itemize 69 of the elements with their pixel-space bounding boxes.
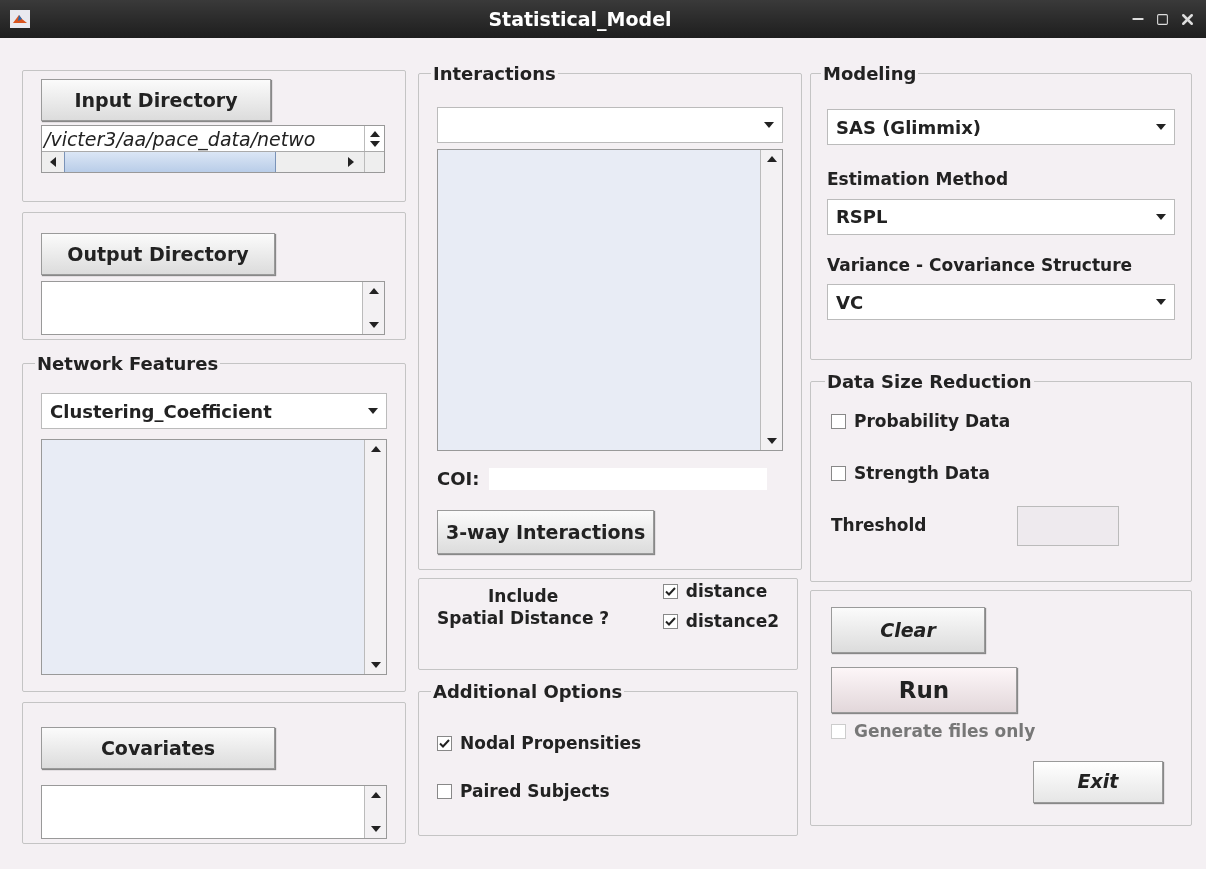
horizontal-scrollbar[interactable] [42, 152, 384, 172]
scroll-down-icon[interactable] [370, 662, 381, 668]
window-title: Statistical_Model [487, 6, 673, 33]
group-title: Interactions [432, 62, 557, 86]
group-title: Data Size Reduction [826, 370, 1033, 394]
checkbox-label: Generate files only [854, 720, 1036, 743]
threshold-field[interactable] [1017, 506, 1119, 546]
path-field[interactable]: /victer3/aa/pace_data/netwo [41, 125, 385, 173]
path-text: /victer3/aa/pace_data/netwo [42, 127, 317, 151]
scroll-right-icon[interactable] [348, 157, 354, 167]
checkbox[interactable] [437, 736, 452, 752]
checkbox[interactable] [831, 414, 846, 430]
group-title: Modeling [822, 62, 918, 86]
checkbox-label: Strength Data [854, 461, 990, 485]
covariates-field[interactable] [41, 785, 387, 839]
scroll-down-icon[interactable] [766, 438, 777, 444]
checkbox[interactable] [662, 613, 678, 629]
scroll-thumb[interactable] [64, 152, 276, 172]
vertical-scrollbar[interactable] [364, 440, 386, 674]
output-directory-field[interactable] [41, 281, 385, 335]
caret-icon [1156, 213, 1166, 220]
estimation-method-dropdown[interactable]: RSPL [827, 198, 1175, 235]
vertical-scrollbar[interactable] [760, 150, 782, 450]
clear-button[interactable]: Clear [831, 607, 985, 653]
network-features-dropdown[interactable]: Clustering_Coefficient [41, 393, 387, 429]
checkmark-icon [664, 616, 676, 626]
checkbox-label: Nodal Propensities [460, 732, 642, 755]
caret-icon [1156, 124, 1166, 130]
coi-label: COI: [437, 467, 480, 491]
checkbox-label: distance2 [685, 609, 779, 633]
checkmark-icon [664, 587, 676, 597]
vertical-scrollbar[interactable] [362, 282, 384, 334]
checkbox-label: Probability Data [854, 410, 1011, 433]
maximize-icon[interactable] [1156, 12, 1169, 26]
caret-icon [764, 122, 774, 128]
threshold-label: Threshold [831, 514, 928, 538]
app-icon [10, 10, 30, 28]
caret-icon [1156, 299, 1166, 305]
scroll-down-icon[interactable] [368, 322, 379, 328]
modeling-software-dropdown[interactable]: SAS (Glimmix) [827, 109, 1175, 145]
scroll-up-icon[interactable] [370, 792, 381, 798]
input-directory-button[interactable]: Input Directory [41, 79, 271, 121]
scroll-up-icon[interactable] [368, 288, 379, 294]
group-title: Additional Options [432, 680, 624, 704]
covariance-structure-label: Variance - Covariance Structure [827, 253, 1134, 277]
vertical-scrollbar[interactable] [364, 786, 386, 838]
exit-button[interactable]: Exit [1033, 760, 1163, 803]
run-button[interactable]: Run [831, 667, 1017, 713]
three-way-interactions-button[interactable]: 3-way Interactions [437, 510, 655, 554]
scroll-down-icon[interactable] [370, 826, 381, 832]
scroll-left-icon[interactable] [50, 157, 56, 167]
caret-icon [368, 408, 378, 414]
spatial-distance-label: Include [488, 584, 559, 607]
checkbox-label: Paired Subjects [460, 779, 610, 803]
covariates-button[interactable]: Covariates [41, 727, 275, 769]
checkbox[interactable] [831, 465, 846, 481]
covariance-structure-dropdown[interactable]: VC [827, 284, 1175, 320]
checkmark-icon [439, 739, 450, 749]
checkbox[interactable] [437, 783, 452, 799]
group-title: Network Features [36, 352, 220, 376]
scroll-up-icon[interactable] [766, 156, 777, 162]
spatial-distance-label: Spatial Distance ? [437, 606, 610, 629]
scroll-up-icon[interactable] [370, 446, 381, 452]
output-directory-button[interactable]: Output Directory [41, 233, 275, 275]
scroll-down-icon[interactable] [369, 140, 380, 147]
estimation-method-label: Estimation Method [827, 168, 1010, 191]
checkbox[interactable] [662, 584, 678, 600]
checkbox-label: distance [685, 580, 768, 603]
scroll-up-icon[interactable] [369, 130, 380, 137]
